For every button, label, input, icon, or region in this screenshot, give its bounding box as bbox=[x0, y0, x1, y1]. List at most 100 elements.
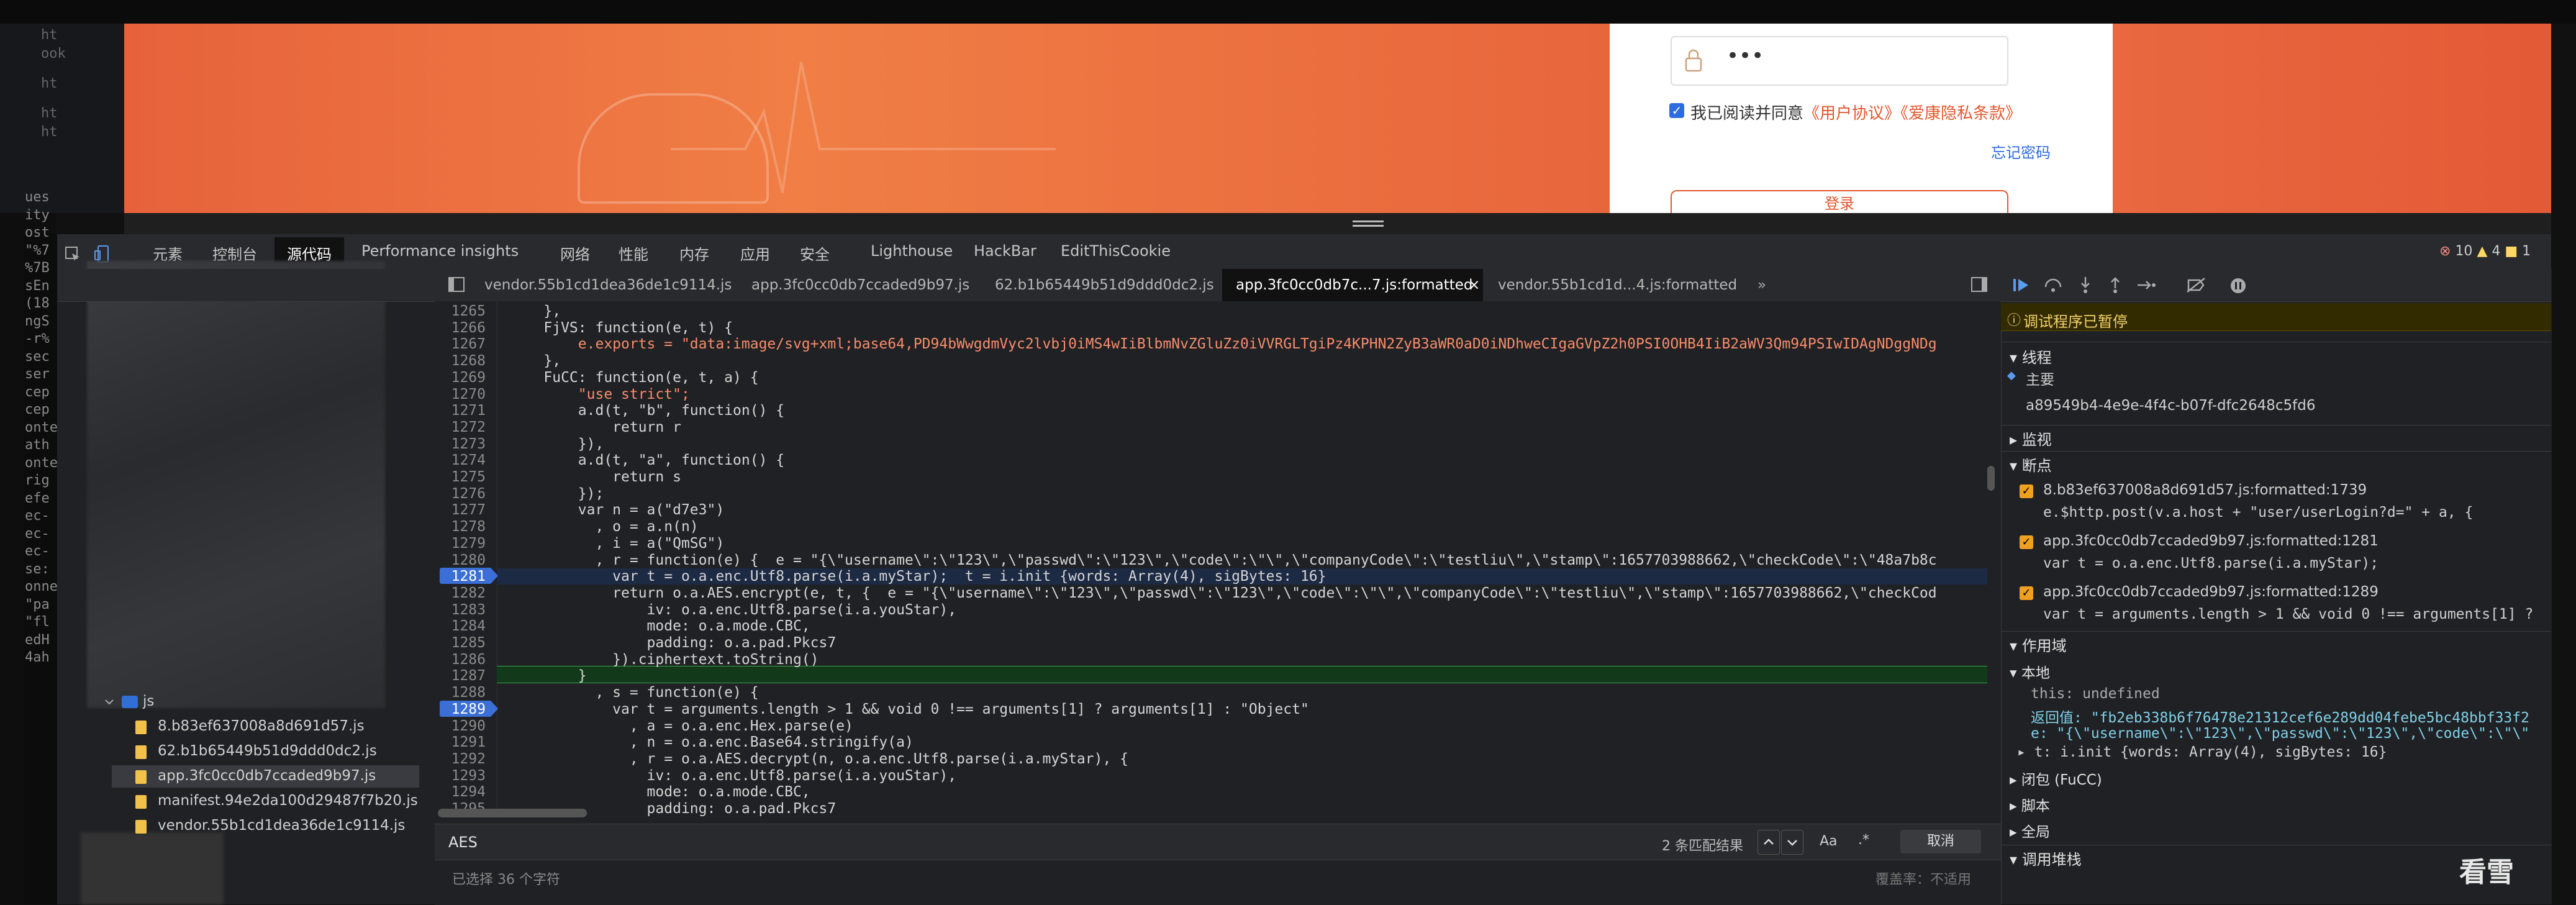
toggle-navigator-icon[interactable] bbox=[448, 277, 465, 292]
thread-id[interactable]: a89549b4-4e9e-4f4c-b07f-dfc2648c5fd6 bbox=[2026, 398, 2315, 414]
previous-match-button[interactable] bbox=[1757, 830, 1780, 855]
editor-tab[interactable]: 62.b1b65449b51d9ddd0dc2.js bbox=[995, 277, 1214, 293]
password-field[interactable] bbox=[1671, 36, 2008, 86]
regex-button[interactable]: .* bbox=[1858, 832, 1869, 848]
resume-icon[interactable] bbox=[2012, 277, 2031, 293]
line-number[interactable]: 1284 bbox=[435, 618, 486, 634]
breakpoint-file[interactable]: app.3fc0cc0db7ccaded9b97.js:formatted:12… bbox=[2043, 533, 2379, 549]
line-number[interactable]: 1286 bbox=[435, 652, 486, 668]
code-line[interactable]: , i = a("QmSG") bbox=[509, 535, 724, 552]
code-line[interactable]: mode: o.a.mode.CBC, bbox=[509, 784, 810, 800]
tab-security[interactable]: 安全 bbox=[800, 242, 830, 264]
code-line[interactable]: } bbox=[509, 668, 587, 684]
line-number[interactable]: 1294 bbox=[435, 784, 486, 800]
next-match-button[interactable] bbox=[1781, 830, 1803, 855]
code-line[interactable]: var t = o.a.enc.Utf8.parse(i.a.myStar); … bbox=[509, 568, 1326, 584]
code-line[interactable]: iv: o.a.enc.Utf8.parse(i.a.youStar), bbox=[509, 768, 957, 784]
line-number[interactable]: 1267 bbox=[435, 336, 486, 352]
line-number[interactable]: 1272 bbox=[435, 419, 486, 435]
line-number[interactable]: 1278 bbox=[435, 519, 486, 535]
cancel-search-button[interactable]: 取消 bbox=[1900, 830, 1981, 853]
line-number[interactable]: 1281 bbox=[435, 568, 486, 584]
threads-section[interactable]: ▾ 线程 bbox=[2010, 345, 2052, 367]
line-number[interactable]: 1276 bbox=[435, 486, 486, 502]
code-line[interactable]: "use strict"; bbox=[509, 386, 690, 402]
line-number[interactable]: 1291 bbox=[435, 734, 486, 750]
global-scope[interactable]: ▸ 全局 bbox=[2010, 820, 2050, 841]
scope-this[interactable]: this: undefined bbox=[2031, 686, 2160, 702]
code-line[interactable]: , n = o.a.enc.Base64.stringify(a) bbox=[509, 734, 914, 750]
callstack-section[interactable]: ▾ 调用堆栈 bbox=[2010, 847, 2082, 869]
code-line[interactable]: var t = arguments.length > 1 && void 0 !… bbox=[509, 701, 1309, 717]
step-over-icon[interactable] bbox=[2043, 277, 2064, 293]
pause-on-exceptions-icon[interactable] bbox=[2229, 277, 2247, 294]
chevron-down-icon[interactable] bbox=[104, 697, 114, 707]
tab-hackbar[interactable]: HackBar bbox=[974, 242, 1036, 260]
closure-scope[interactable]: ▸ 闭包 (FuCC) bbox=[2010, 768, 2102, 789]
scope-t[interactable]: ▸ t: i.init {words: Array(4), sigBytes: … bbox=[2017, 744, 2387, 760]
match-case-button[interactable]: Aa bbox=[1820, 834, 1838, 849]
line-number[interactable]: 1270 bbox=[435, 386, 486, 402]
code-line[interactable]: }), bbox=[509, 436, 604, 452]
code-line[interactable]: , a = o.a.enc.Hex.parse(e) bbox=[509, 718, 853, 734]
line-number[interactable]: 1290 bbox=[435, 718, 486, 734]
code-line[interactable]: }, bbox=[509, 303, 561, 319]
code-line[interactable]: FjVS: function(e, t) { bbox=[509, 320, 733, 336]
scope-e[interactable]: e: "{\"username\":\"123\",\"passwd\":\"1… bbox=[2031, 725, 2529, 742]
tab-application[interactable]: 应用 bbox=[740, 242, 770, 264]
tab-performance[interactable]: 性能 bbox=[619, 242, 648, 264]
editor-tab-active[interactable]: app.3fc0cc0db7c...7.js:formatted bbox=[1236, 277, 1473, 293]
file-item[interactable]: manifest.94e2da100d29487f7b20.js bbox=[158, 793, 418, 809]
code-line[interactable]: }).ciphertext.toString() bbox=[509, 652, 819, 668]
file-item[interactable]: 8.b83ef637008a8d691d57.js bbox=[158, 718, 365, 734]
line-number[interactable]: 1280 bbox=[435, 552, 486, 568]
vertical-scrollbar[interactable] bbox=[1987, 466, 1995, 491]
line-number[interactable]: 1293 bbox=[435, 768, 486, 784]
code-line[interactable]: a.d(t, "b", function() { bbox=[509, 402, 784, 419]
editor-tab[interactable]: app.3fc0cc0db7ccaded9b97.js bbox=[751, 277, 969, 293]
line-number[interactable]: 1271 bbox=[435, 402, 486, 419]
user-agreement-link[interactable]: 《用户协议》 bbox=[1803, 104, 1900, 123]
line-number[interactable]: 1273 bbox=[435, 436, 486, 452]
watch-section[interactable]: ▸ 监视 bbox=[2010, 427, 2052, 449]
code-line[interactable]: var n = a("d7e3") bbox=[509, 502, 724, 518]
step-icon[interactable] bbox=[2136, 278, 2157, 292]
line-number[interactable]: 1283 bbox=[435, 602, 486, 618]
login-button[interactable]: 登录 bbox=[1671, 190, 2008, 216]
code-line[interactable]: }); bbox=[509, 486, 604, 502]
editor-tab[interactable]: vendor.55b1cd1d...4.js:formatted bbox=[1498, 277, 1737, 293]
line-number[interactable]: 1266 bbox=[435, 320, 486, 336]
script-scope[interactable]: ▸ 脚本 bbox=[2010, 794, 2050, 815]
tab-performance-insights[interactable]: Performance insights bbox=[361, 242, 519, 260]
file-item[interactable]: vendor.55b1cd1dea36de1c9114.js bbox=[158, 817, 405, 834]
line-number[interactable]: 1265 bbox=[435, 303, 486, 319]
breakpoint-checkbox[interactable]: ✓ bbox=[2020, 484, 2033, 498]
code-line[interactable]: return o.a.AES.encrypt(e, t, { e = "{\"u… bbox=[509, 585, 1936, 601]
tab-lighthouse[interactable]: Lighthouse bbox=[871, 242, 953, 260]
breakpoint-checkbox[interactable]: ✓ bbox=[2020, 535, 2033, 549]
scope-section[interactable]: ▾ 作用域 bbox=[2010, 634, 2067, 655]
line-number[interactable]: 1269 bbox=[435, 370, 486, 386]
deactivate-breakpoints-icon[interactable] bbox=[2186, 277, 2206, 293]
code-line[interactable]: FuCC: function(e, t, a) { bbox=[509, 370, 758, 386]
line-number[interactable]: 1287 bbox=[435, 668, 486, 684]
local-scope[interactable]: ▾ 本地 bbox=[2010, 661, 2050, 682]
code-line[interactable]: return s bbox=[509, 469, 681, 485]
code-line[interactable]: , r = function(e) { e = "{\"username\":\… bbox=[509, 552, 1936, 568]
code-line[interactable]: a.d(t, "a", function() { bbox=[509, 452, 784, 468]
editor-tab[interactable]: vendor.55b1cd1dea36de1c9114.js bbox=[484, 277, 732, 293]
more-tabs-icon[interactable]: » bbox=[1757, 277, 1766, 293]
inspect-icon[interactable] bbox=[65, 246, 81, 262]
main-thread[interactable]: 主要 bbox=[2026, 368, 2054, 389]
line-number[interactable]: 1285 bbox=[435, 635, 486, 651]
file-item[interactable]: 62.b1b65449b51d9ddd0dc2.js bbox=[158, 743, 377, 759]
horizontal-scrollbar[interactable] bbox=[438, 809, 587, 817]
code-line[interactable]: mode: o.a.mode.CBC, bbox=[509, 618, 810, 634]
code-line[interactable]: padding: o.a.pad.Pkcs7 bbox=[509, 635, 837, 651]
code-line[interactable]: iv: o.a.enc.Utf8.parse(i.a.youStar), bbox=[509, 602, 957, 618]
close-tab-icon[interactable]: × bbox=[1468, 277, 1480, 293]
line-number[interactable]: 1268 bbox=[435, 353, 486, 369]
folder-label[interactable]: js bbox=[143, 693, 154, 709]
code-line[interactable]: , r = o.a.AES.decrypt(n, o.a.enc.Utf8.pa… bbox=[509, 751, 1128, 767]
toggle-debugger-icon[interactable] bbox=[1971, 277, 1987, 292]
